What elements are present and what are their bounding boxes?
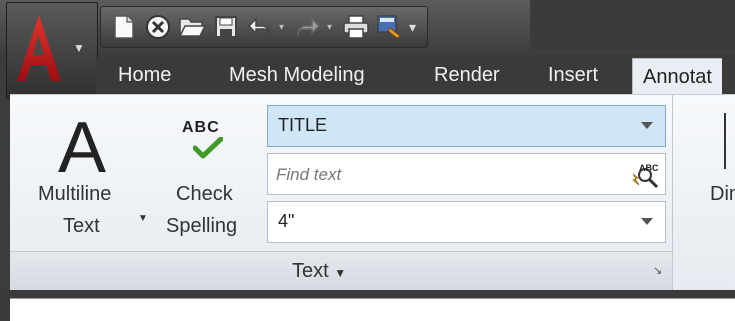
multiline-text-label-2: Text — [63, 215, 100, 237]
tab-home[interactable]: Home — [118, 64, 171, 87]
chevron-down-icon[interactable] — [641, 218, 653, 225]
autocad-logo-icon — [17, 15, 61, 81]
multiline-text-label-1: Multiline — [38, 183, 112, 205]
text-panel-title-bar[interactable]: Text ▼ ↘ — [10, 251, 672, 292]
close-icon[interactable] — [143, 12, 173, 42]
dimension-label: Dim — [710, 183, 735, 205]
text-style-value: TITLE — [278, 115, 328, 135]
chevron-down-icon: ▼ — [334, 266, 347, 280]
customize-toolbar-dropdown-icon[interactable]: ▾ — [409, 19, 419, 36]
find-replace-icon[interactable]: ABC — [627, 158, 661, 190]
ribbon-tab-bar: Home Mesh Modeling Render Insert Annotat — [96, 58, 735, 95]
open-icon[interactable] — [177, 12, 207, 42]
text-style-dropdown[interactable]: TITLE — [267, 105, 666, 147]
redo-icon[interactable] — [293, 12, 323, 42]
chevron-down-icon[interactable]: ▼ — [138, 213, 148, 224]
tab-insert[interactable]: Insert — [548, 64, 598, 87]
check-spelling-label-2: Spelling — [166, 215, 238, 237]
drawing-area[interactable] — [10, 298, 735, 321]
check-spelling-label-1: Check — [176, 183, 233, 205]
spelling-abc-glyph: ABC — [182, 119, 220, 136]
new-icon[interactable] — [109, 12, 139, 42]
tab-mesh-modeling[interactable]: Mesh Modeling — [229, 64, 365, 87]
ribbon-panel: A Multiline Text ▼ ABC Check Spelling TI… — [10, 94, 735, 292]
text-height-value: 4" — [278, 211, 295, 231]
tab-annotate[interactable]: Annotat — [632, 58, 722, 95]
dimension-icon — [724, 113, 726, 169]
checkmark-icon — [193, 137, 223, 159]
undo-icon[interactable] — [245, 12, 275, 42]
save-icon[interactable] — [211, 12, 241, 42]
text-panel-label: Text ▼ — [292, 260, 346, 283]
chevron-down-icon: ▼ — [73, 41, 85, 55]
quick-access-toolbar: ▾ ▾ ▾ — [100, 6, 428, 48]
workspace-icon[interactable] — [375, 12, 405, 42]
find-text-field[interactable]: Find text ABC — [267, 153, 666, 195]
find-text-placeholder: Find text — [276, 165, 342, 184]
chevron-down-icon[interactable] — [641, 122, 653, 129]
undo-dropdown-icon[interactable]: ▾ — [279, 22, 289, 33]
redo-dropdown-icon[interactable]: ▾ — [327, 22, 337, 33]
application-menu-button[interactable]: ▼ — [6, 2, 98, 99]
text-panel-label-text: Text — [292, 260, 329, 282]
print-icon[interactable] — [341, 12, 371, 42]
tab-render[interactable]: Render — [434, 64, 500, 87]
title-bar-blank — [530, 0, 735, 50]
dialog-launcher-icon[interactable]: ↘ — [653, 264, 662, 277]
multiline-text-icon: A — [58, 108, 107, 188]
panel-separator — [672, 95, 673, 291]
text-height-dropdown[interactable]: 4" — [267, 201, 666, 243]
